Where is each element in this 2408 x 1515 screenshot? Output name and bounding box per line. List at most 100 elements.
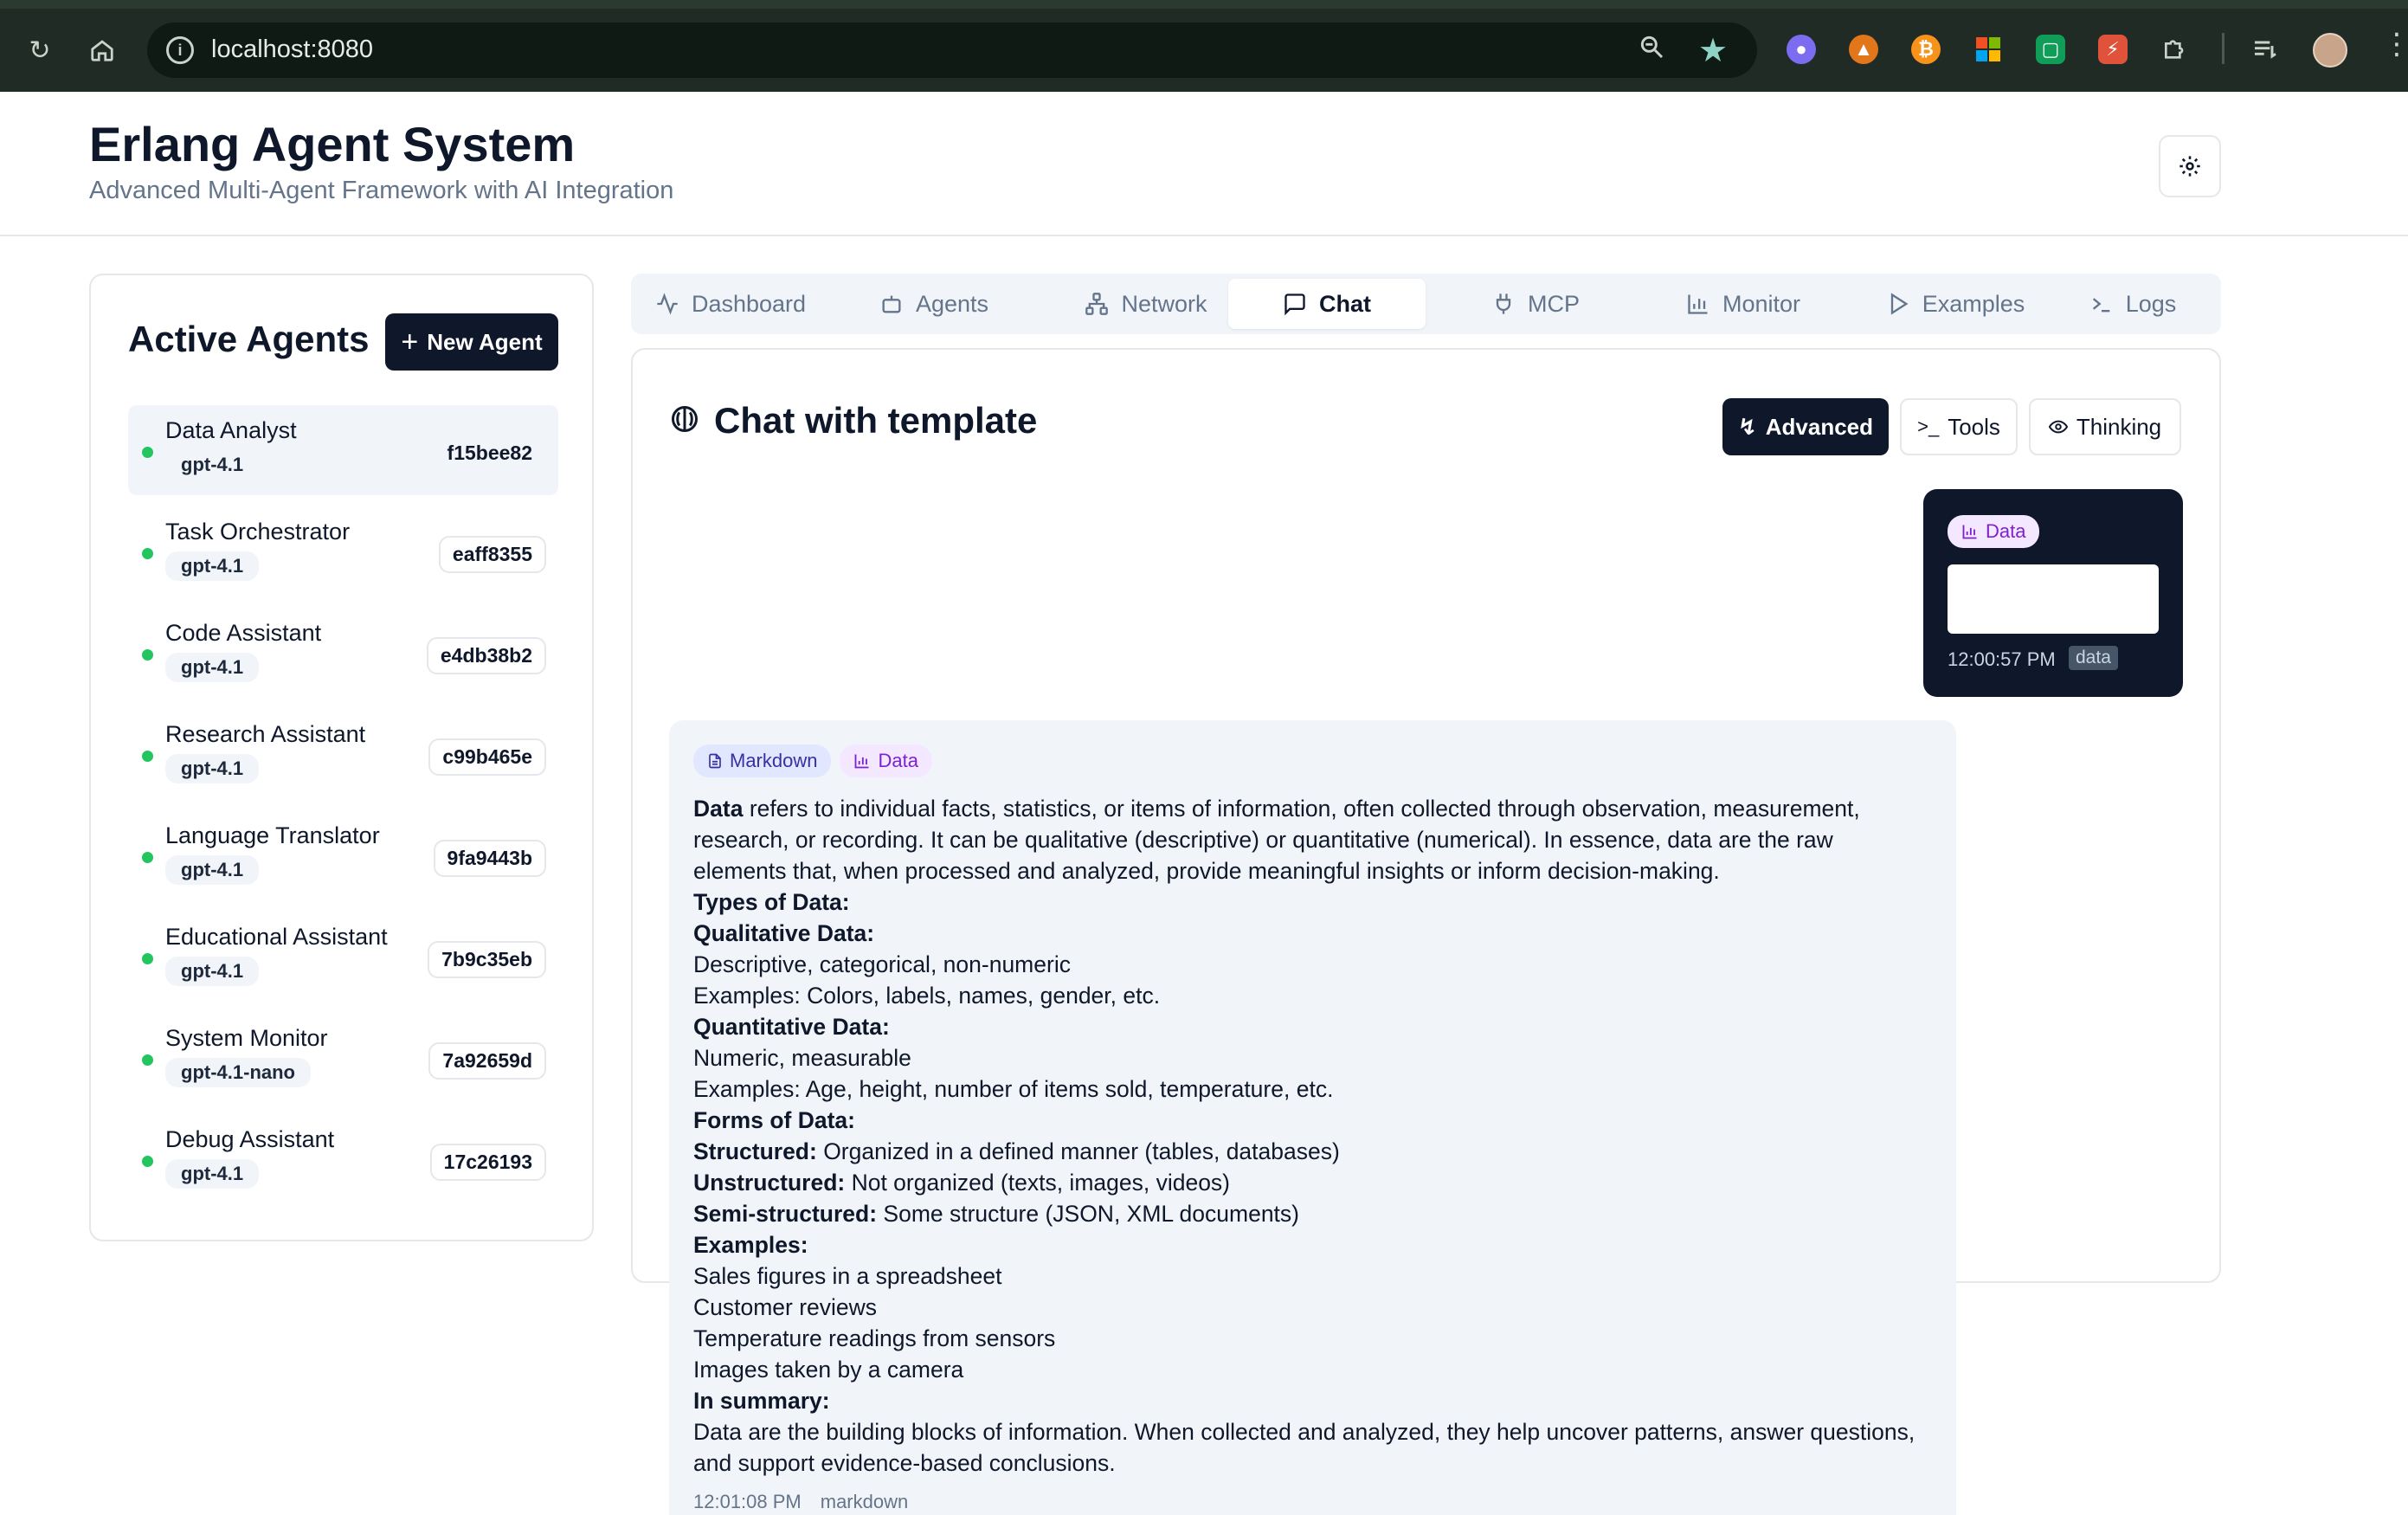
agent-name: Data Analyst [165, 417, 297, 443]
status-dot [142, 649, 153, 661]
message-square-icon [1284, 293, 1305, 316]
chat-extension-icon[interactable]: ▢ [2036, 35, 2065, 64]
tools-label: Tools [1948, 413, 2000, 440]
grid-extension-icon[interactable] [1973, 35, 2003, 64]
terminal-icon: >_ [1917, 416, 1940, 437]
thinking-toggle-button[interactable]: Thinking [2029, 398, 2181, 455]
status-dot [142, 751, 153, 762]
agent-name: Task Orchestrator [165, 519, 351, 545]
address-bar[interactable]: i localhost:8080 ★ [147, 23, 1757, 78]
agent-id-badge: eaff8355 [438, 536, 546, 573]
term-bold: Unstructured: [693, 1170, 846, 1196]
settings-button[interactable] [2159, 135, 2221, 197]
url-text[interactable]: localhost:8080 [211, 35, 373, 64]
advanced-toggle-button[interactable]: ↯ Advanced [1722, 398, 1889, 455]
section-heading: Examples: [693, 1232, 808, 1258]
list-item: Temperature readings from sensors [693, 1325, 1056, 1351]
tab-label: Agents [915, 290, 989, 317]
agent-item[interactable]: Research Assistant gpt-4.1 c99b465e [128, 709, 558, 799]
active-agents-panel: Active Agents + New Agent Data Analyst g… [89, 274, 594, 1241]
intro-text: refers to individual facts, statistics, … [693, 796, 1860, 884]
reload-icon[interactable]: ↻ [21, 31, 59, 69]
agent-item[interactable]: Code Assistant gpt-4.1 e4db38b2 [128, 608, 558, 698]
app-header: Erlang Agent System Advanced Multi-Agent… [0, 92, 2408, 236]
bitcoin-extension-icon[interactable]: ₿ [1911, 35, 1941, 64]
summary-text: Data are the building blocks of informat… [693, 1419, 1915, 1476]
agent-id-badge: 7a92659d [428, 1042, 546, 1080]
browser-toolbar: ↻ i localhost:8080 ★ ● ▲ ₿ ▢ ⚡ ⋮ [0, 0, 2408, 92]
sidebar-title: Active Agents [128, 319, 370, 359]
agent-model-badge: gpt-4.1 [165, 957, 260, 986]
agent-model-badge: gpt-4.1 [165, 653, 260, 682]
tab-label: Network [1121, 290, 1207, 317]
tab-label: Chat [1319, 290, 1371, 317]
text-line: Numeric, measurable [693, 1045, 911, 1071]
bot-icon [882, 295, 901, 313]
tools-toggle-button[interactable]: >_ Tools [1900, 398, 2018, 455]
term-text: Not organized (texts, images, videos) [845, 1170, 1231, 1196]
message-badges: Markdown Data [693, 745, 932, 777]
metamask-extension-icon[interactable]: ▲ [1849, 35, 1878, 64]
terminal-icon [2092, 298, 2110, 313]
agent-item[interactable]: Task Orchestrator gpt-4.1 eaff8355 [128, 506, 558, 596]
message-meta: 12:01:08 PM markdown [693, 1491, 908, 1513]
tab-monitor[interactable]: Monitor [1652, 279, 1834, 329]
new-agent-button[interactable]: + New Agent [385, 313, 558, 371]
term-bold: Structured: [693, 1138, 817, 1164]
tab-label: Dashboard [691, 290, 807, 317]
status-dot [142, 447, 153, 458]
agent-item[interactable]: Language Translator gpt-4.1 9fa9443b [128, 810, 558, 900]
term-bold: Semi-structured: [693, 1201, 878, 1227]
message-body: Data refers to individual facts, statist… [693, 793, 1931, 1479]
site-info-icon[interactable]: i [166, 36, 194, 64]
tab-logs[interactable]: Logs [2059, 279, 2206, 329]
agent-item[interactable]: Data Analyst gpt-4.1 f15bee82 [128, 405, 558, 495]
browser-tab-strip [0, 0, 2408, 9]
section-heading: Types of Data: [693, 889, 850, 915]
data-badge: Data [840, 745, 932, 777]
agent-item[interactable]: Educational Assistant gpt-4.1 7b9c35eb [128, 912, 558, 1002]
tab-chat[interactable]: Chat [1228, 279, 1426, 329]
text-line: Unstructured: Not organized (texts, imag… [693, 1167, 1931, 1198]
section-heading: Quantitative Data: [693, 1014, 890, 1040]
agent-item[interactable]: Debug Assistant gpt-4.1 17c26193 [128, 1114, 558, 1204]
agent-id-badge: 9fa9443b [433, 840, 546, 877]
tab-dashboard[interactable]: Dashboard [640, 279, 821, 329]
brain-icon [672, 406, 698, 432]
puzzle-extension-icon[interactable] [2160, 35, 2190, 64]
thinking-label: Thinking [2076, 413, 2162, 440]
eye-icon [2048, 420, 2068, 434]
message-timestamp: 12:01:08 PM [693, 1491, 802, 1512]
home-icon[interactable] [83, 31, 121, 69]
app-title: Erlang Agent System [89, 117, 576, 171]
main-tabs: Dashboard Agents Network Chat MCP Monito… [631, 274, 2221, 334]
tab-network[interactable]: Network [1051, 279, 1241, 329]
message-timestamp: 12:00:57 PM [1948, 648, 2056, 670]
agent-item[interactable]: System Monitor gpt-4.1-nano 7a92659d [128, 1013, 558, 1103]
tab-examples[interactable]: Examples [1851, 279, 2059, 329]
ghost-extension-icon[interactable]: ● [1787, 35, 1816, 64]
activity-icon [657, 293, 678, 315]
status-dot [142, 548, 153, 559]
list-item: Customer reviews [693, 1294, 878, 1320]
bolt-extension-icon[interactable]: ⚡ [2098, 35, 2128, 64]
profile-avatar[interactable] [2313, 33, 2347, 68]
agent-name: Debug Assistant [165, 1126, 335, 1152]
agent-id-badge: 7b9c35eb [428, 941, 546, 978]
chat-title: Chat with template [714, 400, 1038, 441]
user-message: Data 12:00:57 PM data [1923, 489, 2183, 697]
tab-agents[interactable]: Agents [852, 279, 1016, 329]
agent-name: Research Assistant [165, 721, 366, 747]
agent-id-badge: c99b465e [428, 738, 546, 776]
zoom-icon[interactable] [1638, 33, 1665, 68]
text-line: Examples: Age, height, number of items s… [693, 1076, 1334, 1102]
bookmark-star-icon[interactable]: ★ [1698, 31, 1728, 70]
reading-list-icon[interactable] [2250, 35, 2280, 64]
browser-menu-icon[interactable]: ⋮ [2382, 29, 2408, 59]
agent-name: Educational Assistant [165, 924, 388, 950]
advanced-label: Advanced [1765, 413, 1874, 440]
intro-bold: Data [693, 796, 744, 822]
intro-paragraph: Data refers to individual facts, statist… [693, 793, 1931, 886]
tab-mcp[interactable]: MCP [1466, 279, 1605, 329]
plug-icon [1496, 293, 1511, 314]
